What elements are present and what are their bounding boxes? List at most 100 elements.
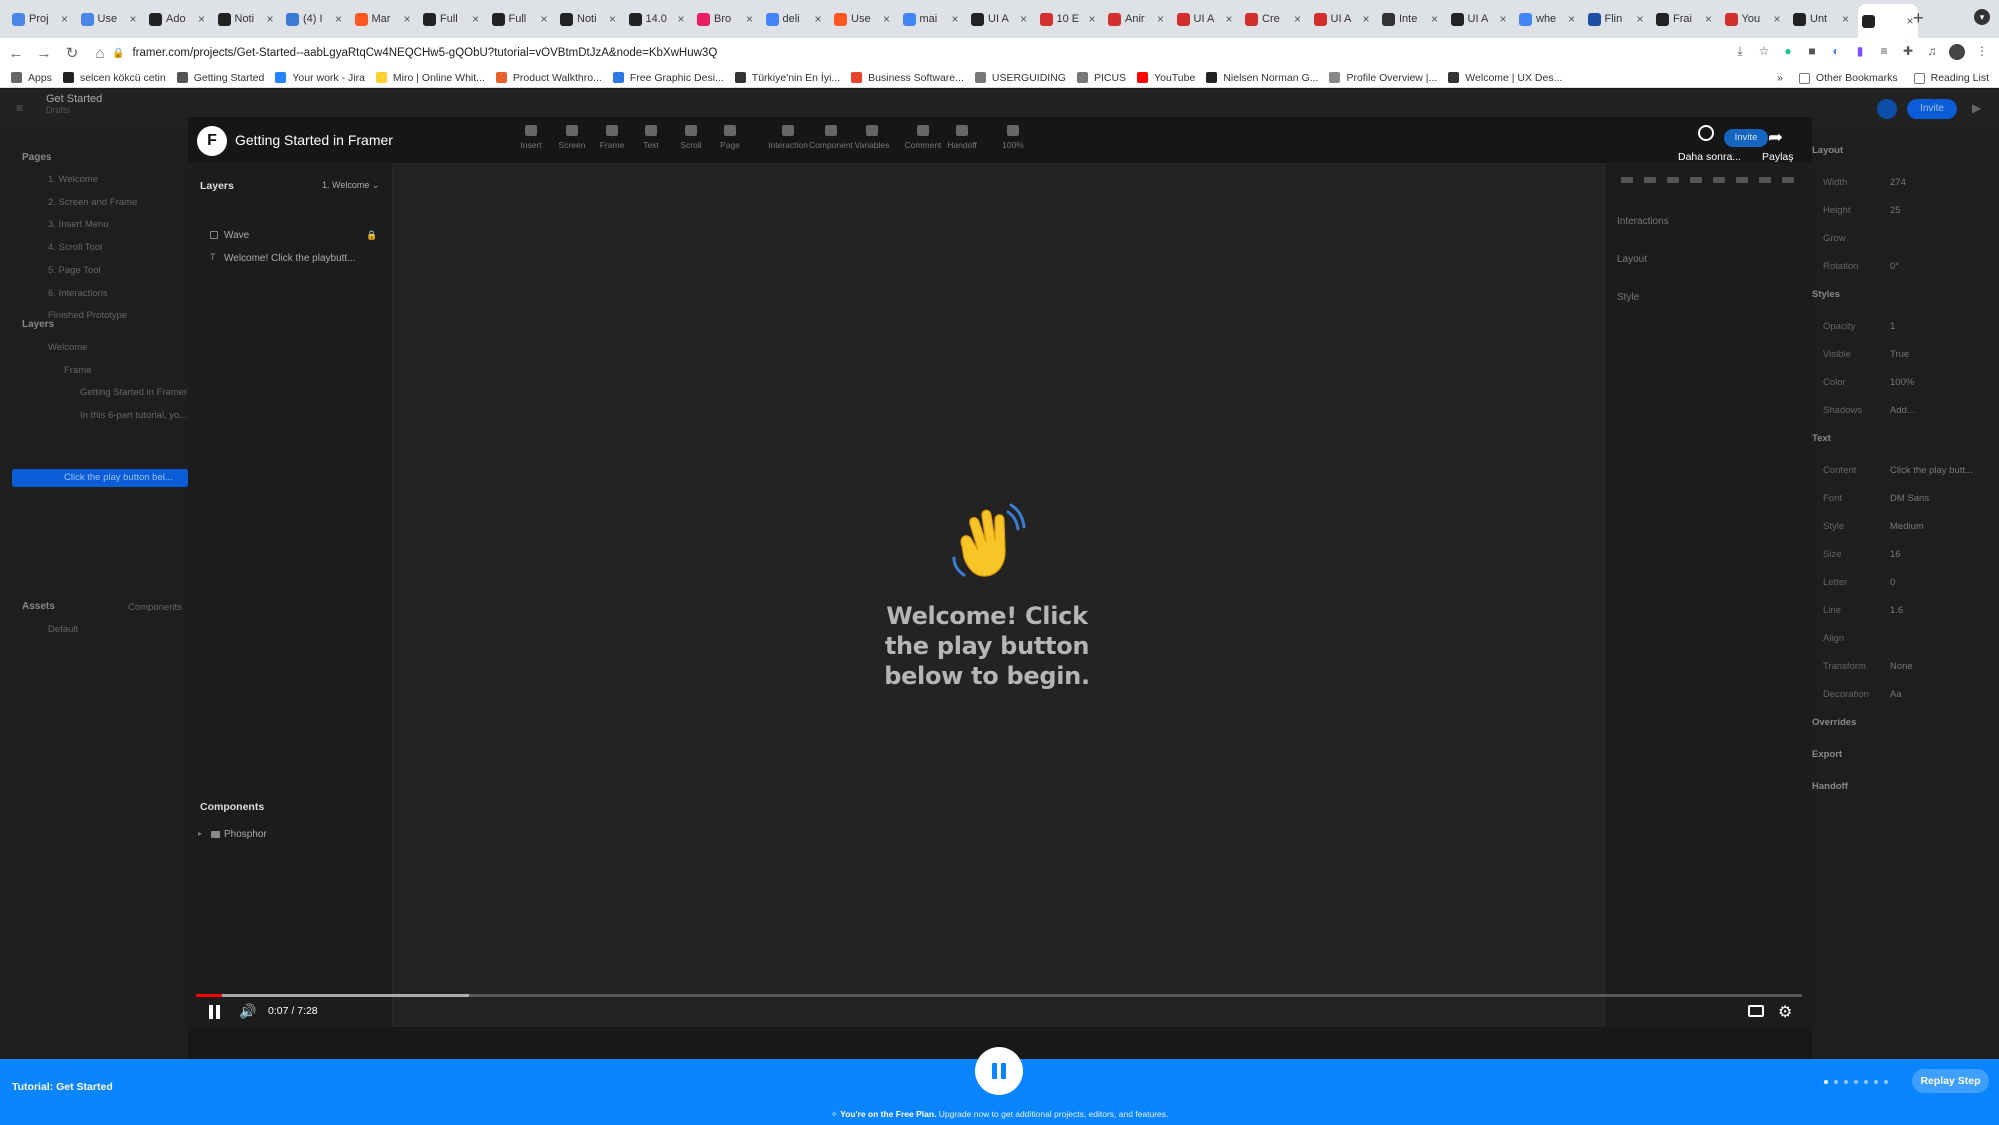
browser-tab[interactable]: UI A × (967, 8, 1031, 30)
menu-icon[interactable]: ≡ (16, 101, 23, 115)
bookmark-item[interactable]: Apps (11, 72, 52, 84)
video-progress-bar[interactable] (196, 994, 1802, 997)
url-field[interactable]: 🔒 framer.com/projects/Get-Started--aabLg… (112, 43, 717, 63)
browser-tab[interactable]: Ado × (145, 8, 209, 30)
bg-page-item[interactable]: 6. Interactions (48, 288, 108, 299)
browser-tab[interactable]: UI A × (1447, 8, 1511, 30)
browser-tab[interactable]: mai × (899, 8, 963, 30)
replay-step-button[interactable]: Replay Step (1912, 1069, 1989, 1093)
tab-close-icon[interactable]: × (198, 12, 205, 26)
bg-layer-item[interactable]: Welcome (48, 342, 87, 353)
tutorial-video-player[interactable]: F Getting Started in Framer Insert Screen… (188, 117, 1812, 1027)
tutorial-step-dot[interactable] (1844, 1080, 1848, 1084)
browser-tab[interactable]: deli × (762, 8, 826, 30)
tab-close-icon[interactable]: × (1705, 12, 1712, 26)
reading-list[interactable]: Reading List (1913, 72, 1989, 84)
tab-close-icon[interactable]: × (746, 12, 753, 26)
tab-close-icon[interactable]: × (883, 12, 890, 26)
bg-page-item[interactable]: 3. Insert Menu (48, 219, 109, 230)
bookmark-item[interactable]: Business Software... (851, 72, 964, 84)
bookmark-item[interactable]: USERGUIDING (974, 72, 1066, 84)
new-tab-button[interactable]: + (1913, 8, 1924, 29)
bg-page-item[interactable]: 2. Screen and Frame (48, 197, 137, 208)
settings-gear-icon[interactable]: ⚙ (1778, 1002, 1792, 1022)
bookmark-item[interactable]: Free Graphic Desi... (612, 72, 724, 84)
back-icon[interactable]: ← (4, 45, 28, 62)
tab-close-icon[interactable]: × (1773, 12, 1780, 26)
bookmark-item[interactable]: Nielsen Norman G... (1206, 72, 1318, 84)
volume-icon[interactable]: 🔊 (239, 1003, 256, 1020)
tab-close-icon[interactable]: × (1294, 12, 1301, 26)
tutorial-step-dot[interactable] (1864, 1080, 1868, 1084)
bookmark-item[interactable]: YouTube (1137, 72, 1195, 84)
tutorial-step-dot[interactable] (1854, 1080, 1858, 1084)
user-avatar[interactable] (1877, 99, 1897, 119)
home-icon[interactable]: ⌂ (88, 45, 112, 62)
bookmark-item[interactable]: Profile Overview |... (1329, 72, 1437, 84)
preview-play-icon[interactable]: ▶ (1972, 101, 1981, 115)
bookmark-item[interactable]: PICUS (1076, 72, 1126, 84)
tab-close-icon[interactable]: × (1499, 12, 1506, 26)
browser-tab[interactable]: Bro × (693, 8, 757, 30)
browser-tab[interactable]: You × (1721, 8, 1785, 30)
grammarly-icon[interactable]: ● (1781, 44, 1795, 58)
reload-icon[interactable]: ↻ (60, 44, 84, 62)
bookmark-item[interactable]: Your work - Jira (275, 72, 365, 84)
bookmark-item[interactable]: Getting Started (176, 72, 264, 84)
captions-icon[interactable] (1748, 1005, 1764, 1017)
watch-later-label[interactable]: Daha sonra... (1678, 151, 1741, 163)
browser-tab[interactable]: Full × (488, 8, 552, 30)
browser-tab[interactable]: Mar × (351, 8, 415, 30)
tab-close-icon[interactable]: × (540, 12, 547, 26)
bg-layer-item[interactable]: In this 6-part tutorial, yo... (80, 410, 187, 421)
browser-tab[interactable]: Inte × (1378, 8, 1442, 30)
browser-tab[interactable]: × (1857, 4, 1918, 38)
tutorial-step-dot[interactable] (1824, 1080, 1828, 1084)
forward-icon[interactable]: → (32, 45, 56, 62)
tab-close-icon[interactable]: × (1842, 12, 1849, 26)
browser-tab[interactable]: Full × (419, 8, 483, 30)
tab-close-icon[interactable]: × (403, 12, 410, 26)
assets-default[interactable]: Default (48, 624, 78, 635)
tab-close-icon[interactable]: × (1431, 12, 1438, 26)
browser-tab[interactable]: Use × (77, 8, 141, 30)
extension-icon[interactable]: ■ (1805, 44, 1819, 58)
tutorial-pause-button[interactable] (975, 1047, 1023, 1095)
bg-layer-item[interactable]: Click the play button bel... (12, 469, 188, 487)
browser-tab[interactable]: (4) I × (282, 8, 346, 30)
assets-tab[interactable]: Components (128, 602, 182, 613)
video-pause-button[interactable] (208, 1005, 222, 1019)
tab-close-icon[interactable]: × (1362, 12, 1369, 26)
browser-tab[interactable]: 14.0 × (625, 8, 689, 30)
browser-tab[interactable]: whe × (1515, 8, 1579, 30)
tab-close-icon[interactable]: × (1157, 12, 1164, 26)
bg-layer-item[interactable]: Frame (64, 365, 91, 376)
extension-icon[interactable]: ◐ (1829, 44, 1843, 58)
tab-close-icon[interactable]: × (335, 12, 342, 26)
tab-close-icon[interactable]: × (609, 12, 616, 26)
browser-tab[interactable]: Noti × (214, 8, 278, 30)
bg-page-item[interactable]: 1. Welcome (48, 174, 98, 185)
browser-tab[interactable]: Frai × (1652, 8, 1716, 30)
tab-close-icon[interactable]: × (1020, 12, 1027, 26)
bookmark-item[interactable]: Welcome | UX Des... (1448, 72, 1562, 84)
browser-tab[interactable]: Noti × (556, 8, 620, 30)
more-menu-icon[interactable]: ⋮ (1975, 44, 1989, 58)
tutorial-step-dot[interactable] (1874, 1080, 1878, 1084)
bookmark-item[interactable]: selcen kökcü cetin (62, 72, 166, 84)
tutorial-step-dot[interactable] (1834, 1080, 1838, 1084)
bookmarks-overflow-icon[interactable]: » (1777, 72, 1783, 84)
media-icon[interactable]: ♫ (1925, 44, 1939, 58)
bookmark-item[interactable]: Türkiye'nin En İyi... (734, 72, 840, 84)
bookmark-star-icon[interactable]: ☆ (1757, 44, 1771, 58)
extension-icon[interactable]: ≡ (1877, 44, 1891, 58)
puzzle-icon[interactable]: ✚ (1901, 44, 1915, 58)
bookmark-item[interactable]: Miro | Online Whit... (375, 72, 485, 84)
browser-tab[interactable]: Proj × (8, 8, 72, 30)
tab-search-icon[interactable]: ▾ (1974, 9, 1990, 25)
free-plan-text[interactable]: Upgrade now to get additional projects, … (936, 1109, 1169, 1119)
tab-close-icon[interactable]: × (266, 12, 273, 26)
tab-close-icon[interactable]: × (129, 12, 136, 26)
tab-close-icon[interactable]: × (1636, 12, 1643, 26)
bg-invite-button[interactable]: Invite (1907, 99, 1957, 119)
